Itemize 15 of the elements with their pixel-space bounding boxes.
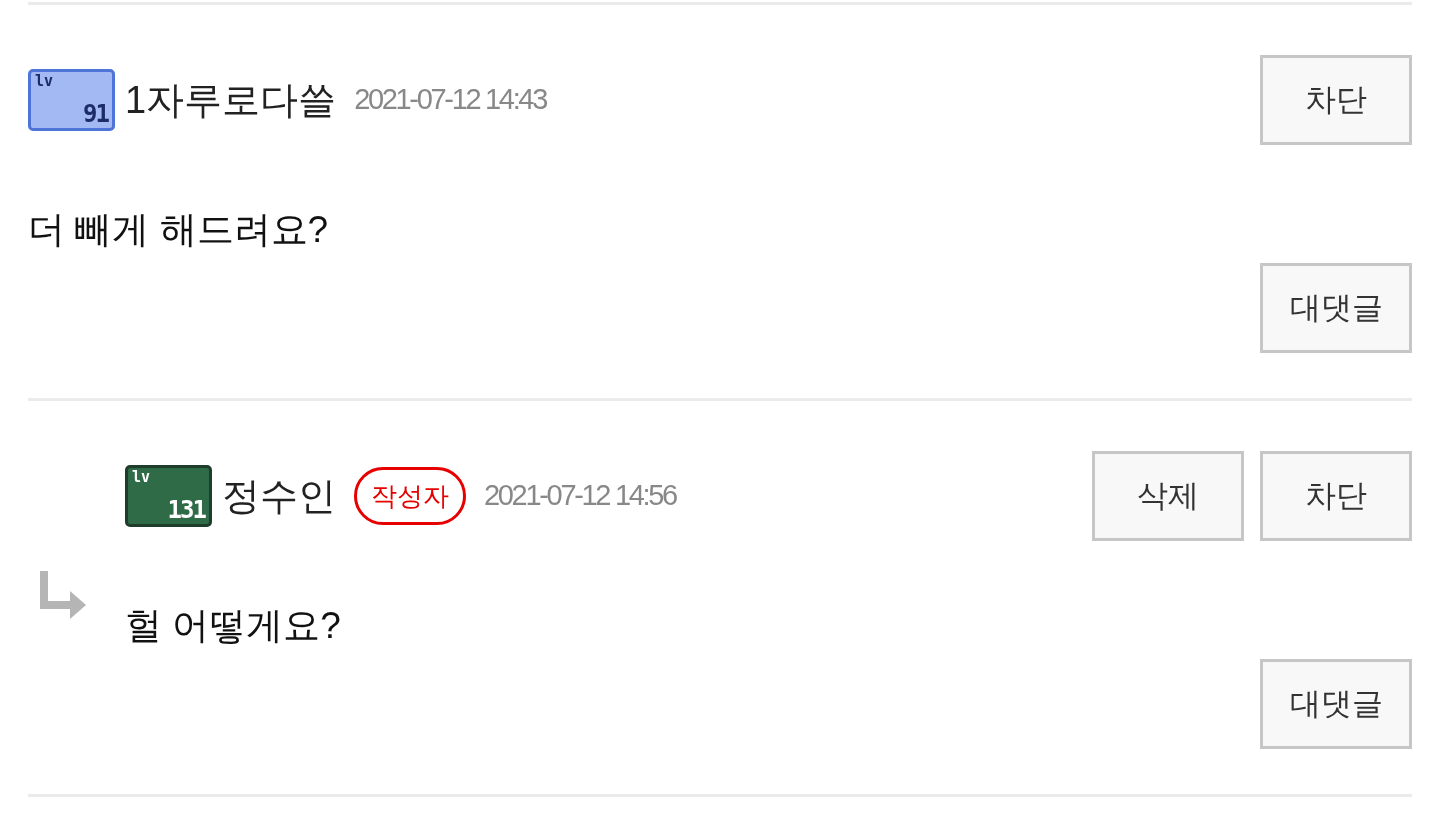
action-button[interactable]: 차단 — [1260, 451, 1412, 541]
action-button[interactable]: 차단 — [1260, 55, 1412, 145]
username: 1자루로다쓸 — [125, 78, 337, 123]
username: 정수인 — [222, 474, 336, 519]
comment-text: 더 빼게 해드려요? — [28, 209, 329, 250]
reply-button[interactable]: 대댓글 — [1260, 659, 1412, 749]
level-badge: lv 91 — [28, 69, 115, 131]
level-badge: lv 131 — [125, 465, 212, 527]
action-button[interactable]: 삭제 — [1092, 451, 1244, 541]
reply-button[interactable]: 대댓글 — [1260, 263, 1412, 353]
comment-date: 2021-07-12 14:56 — [484, 478, 676, 514]
reply-arrow-icon — [40, 571, 86, 621]
comment-date: 2021-07-12 14:43 — [354, 82, 546, 118]
author-tag: 작성자 — [354, 467, 466, 525]
comment-text: 헐 어떻게요? — [125, 604, 341, 648]
